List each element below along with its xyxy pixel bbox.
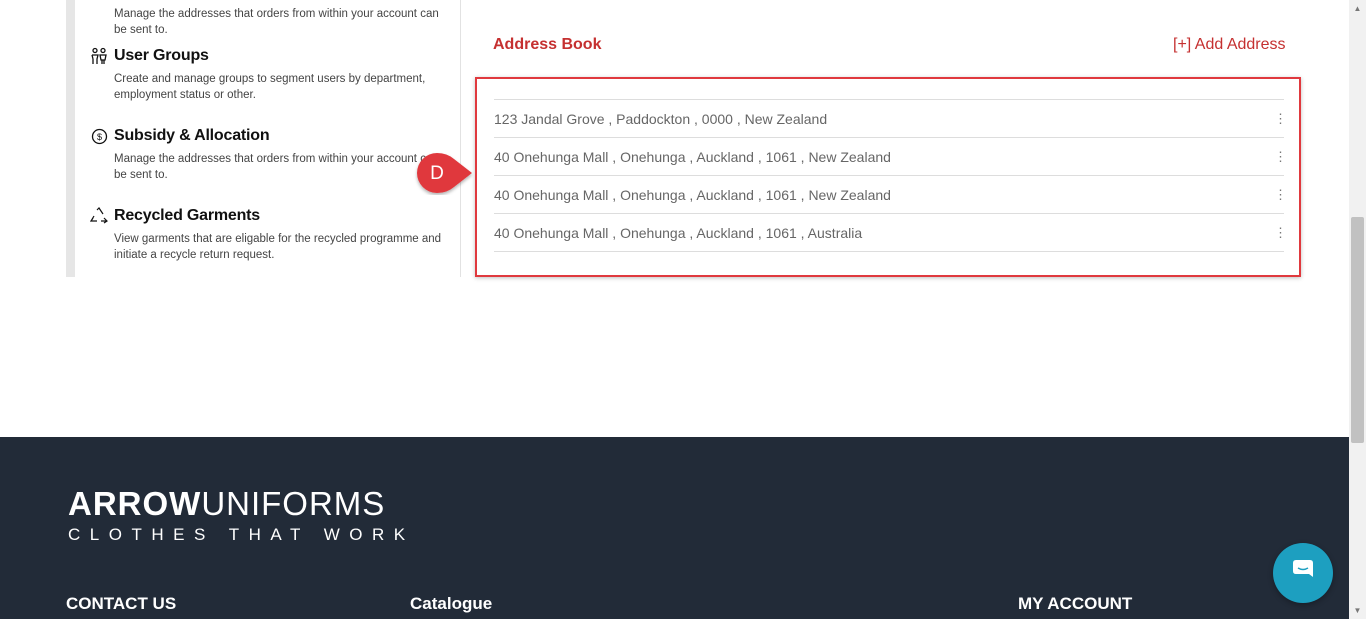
scroll-down-icon[interactable]: ▼: [1349, 602, 1366, 619]
address-text: 40 Onehunga Mall , Onehunga , Auckland ,…: [494, 148, 891, 165]
account-sidebar: Manage the addresses that orders from wi…: [75, 0, 461, 277]
more-options-icon[interactable]: ⋮: [1274, 225, 1287, 241]
sidebar-item-title: User Groups: [114, 47, 209, 64]
footer-heading-my-account: MY ACCOUNT: [1018, 594, 1133, 613]
address-row: 123 Jandal Grove , Paddockton , 0000 , N…: [494, 100, 1287, 138]
page: Manage the addresses that orders from wi…: [0, 0, 1349, 619]
svg-text:$: $: [96, 132, 101, 142]
arrow-uniforms-logo[interactable]: ARROWUNIFORMS CLOTHES THAT WORK: [68, 487, 415, 545]
site-footer: ARROWUNIFORMS CLOTHES THAT WORK CONTACT …: [0, 437, 1349, 619]
address-row: 40 Onehunga Mall , Onehunga , Auckland ,…: [494, 214, 1287, 252]
scrollbar-thumb[interactable]: [1351, 217, 1364, 443]
sidebar-item-recycled-garments[interactable]: Recycled Garments View garments that are…: [90, 206, 450, 263]
logo-bold-text: ARROW: [68, 485, 202, 522]
logo-light-text: UNIFORMS: [201, 485, 386, 522]
sidebar-accent-bar: [66, 0, 75, 277]
more-options-icon[interactable]: ⋮: [1274, 187, 1287, 203]
sidebar-item-description: Create and manage groups to segment user…: [114, 73, 426, 101]
address-list: 123 Jandal Grove , Paddockton , 0000 , N…: [494, 99, 1287, 252]
callout-label: D: [430, 163, 444, 184]
dollar-circle-icon: $: [90, 127, 108, 145]
sidebar-item-subsidy[interactable]: $ Subsidy & Allocation Manage the addres…: [90, 126, 450, 183]
add-address-link[interactable]: [+] Add Address: [1173, 36, 1286, 54]
sidebar-item-title: Subsidy & Allocation: [114, 127, 270, 144]
chat-bubble-icon: [1289, 557, 1317, 590]
logo-tagline: CLOTHES THAT WORK: [68, 525, 415, 544]
address-text: 123 Jandal Grove , Paddockton , 0000 , N…: [494, 110, 828, 127]
recycle-icon: [90, 207, 108, 225]
scroll-up-icon[interactable]: ▲: [1349, 0, 1366, 17]
sidebar-item-description: Manage the addresses that orders from wi…: [114, 153, 439, 181]
address-row: 40 Onehunga Mall , Onehunga , Auckland ,…: [494, 138, 1287, 176]
address-list-highlight: 123 Jandal Grove , Paddockton , 0000 , N…: [475, 77, 1301, 277]
more-options-icon[interactable]: ⋮: [1274, 149, 1287, 165]
annotation-callout-d: D: [412, 151, 474, 195]
address-text: 40 Onehunga Mall , Onehunga , Auckland ,…: [494, 224, 863, 241]
more-options-icon[interactable]: ⋮: [1274, 111, 1287, 127]
user-groups-icon: [90, 47, 108, 65]
sidebar-item-addresses[interactable]: Manage the addresses that orders from wi…: [90, 0, 450, 38]
sidebar-item-title: Recycled Garments: [114, 207, 261, 224]
sidebar-item-user-groups[interactable]: User Groups Create and manage groups to …: [90, 46, 450, 103]
footer-heading-catalogue: Catalogue: [410, 594, 493, 613]
page-scrollbar[interactable]: ▲ ▼: [1349, 0, 1366, 619]
footer-heading-contact: CONTACT US: [66, 594, 177, 613]
sidebar-item-description: Manage the addresses that orders from wi…: [114, 8, 439, 36]
sidebar-item-description: View garments that are eligable for the …: [114, 233, 442, 261]
chat-button[interactable]: [1273, 543, 1333, 603]
address-row: 40 Onehunga Mall , Onehunga , Auckland ,…: [494, 176, 1287, 214]
address-book-title: Address Book: [493, 36, 602, 53]
address-text: 40 Onehunga Mall , Onehunga , Auckland ,…: [494, 186, 891, 203]
